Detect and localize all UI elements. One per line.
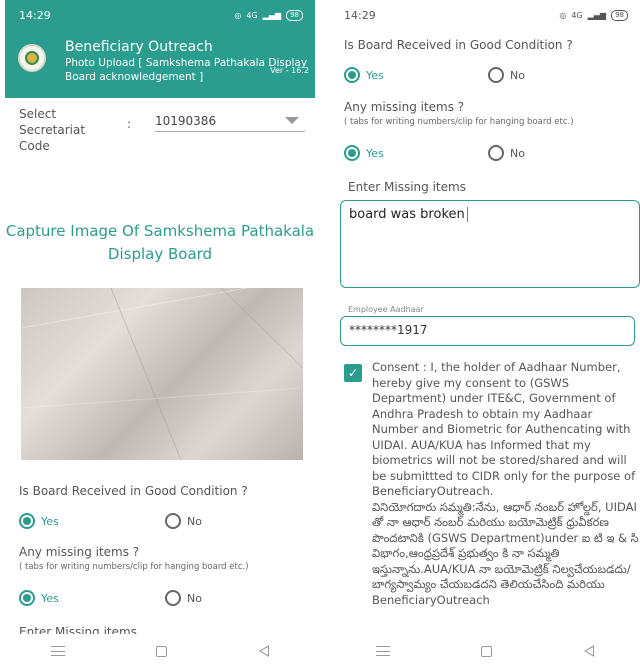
radio-checked-icon [19, 513, 35, 529]
chevron-down-icon [285, 117, 299, 124]
condition-yes-left[interactable]: Yes [19, 513, 59, 529]
status-bar: 14:29 ◎ 4G ▂▄▆ 98 [5, 0, 315, 30]
missing-yes-label: Yes [366, 146, 384, 160]
consent-checkbox[interactable]: ✓ [344, 364, 362, 382]
nav-bar [5, 634, 315, 668]
missing-no-label: No [187, 591, 202, 605]
back-icon[interactable] [259, 645, 270, 657]
radio-unchecked-icon [165, 590, 181, 606]
app-version: Ver - 16.2 [270, 66, 309, 75]
secretariat-code-value: 10190386 [155, 113, 217, 128]
status-time: 14:29 [19, 8, 51, 22]
missing-no-left[interactable]: No [165, 590, 202, 606]
consent-text: Consent : I, the holder of Aadhaar Numbe… [372, 360, 640, 608]
missing-yes[interactable]: Yes [344, 145, 384, 161]
condition-yes-label: Yes [41, 514, 59, 528]
network-type: 4G [246, 10, 258, 20]
status-time: 14:29 [344, 8, 376, 22]
condition-question-left: Is Board Received in Good Condition ? [19, 484, 248, 498]
missing-no[interactable]: No [488, 145, 525, 161]
missing-yes-label: Yes [41, 591, 59, 605]
check-icon: ✓ [347, 366, 359, 380]
missing-items-value: board was broken [349, 207, 465, 222]
screen-gap [315, 0, 330, 668]
signal-icon: ▂▄▆ [587, 10, 607, 20]
menu-icon[interactable] [50, 646, 65, 656]
aadhaar-value: ********1917 [349, 323, 428, 337]
radio-checked-icon [344, 67, 360, 83]
missing-yes-left[interactable]: Yes [19, 590, 59, 606]
nav-bar [330, 634, 640, 668]
home-icon[interactable] [481, 645, 493, 657]
photo-texture [21, 288, 303, 460]
consent-telugu: వినియోగదారు సమ్మతి:నేను, ఆధార్ నంబర్ హోల… [372, 499, 639, 607]
missing-hint-left: ( tabs for writing numbers/clip for hang… [19, 562, 249, 572]
secretariat-code-select[interactable]: 10190386 [155, 110, 305, 132]
battery-icon: 98 [611, 9, 628, 21]
missing-question: Any missing items ? [344, 100, 465, 114]
app-logo-icon [18, 44, 46, 72]
status-bar: 14:29 ◎ 4G ▂▄▆ 98 [330, 0, 640, 30]
text-cursor [466, 207, 468, 222]
condition-no[interactable]: No [488, 67, 525, 83]
capture-title: Capture Image Of Samkshema Pathakala Dis… [5, 222, 315, 263]
secretariat-label: Select Secretariat Code [19, 107, 86, 153]
aadhaar-label: Employee Aadhaar [348, 305, 424, 314]
back-icon[interactable] [584, 645, 595, 657]
app-header: Beneficiary Outreach Photo Upload [ Samk… [5, 30, 315, 98]
secretariat-colon: : [127, 117, 132, 131]
radio-checked-icon [19, 590, 35, 606]
status-icons: ◎ 4G ▂▄▆ 98 [559, 9, 628, 21]
home-icon[interactable] [156, 645, 168, 657]
location-icon: ◎ [559, 10, 567, 20]
board-photo[interactable] [21, 288, 303, 460]
menu-icon[interactable] [375, 646, 390, 656]
enter-missing-label: Enter Missing items [348, 180, 466, 194]
condition-no-label: No [510, 68, 525, 82]
radio-unchecked-icon [165, 513, 181, 529]
status-icons: ◎ 4G ▂▄▆ 98 [234, 9, 303, 21]
condition-yes[interactable]: Yes [344, 67, 384, 83]
consent-english: Consent : I, the holder of Aadhaar Numbe… [372, 360, 636, 498]
aadhaar-field[interactable]: ********1917 [340, 316, 635, 346]
missing-question-left: Any missing items ? [19, 545, 140, 559]
radio-unchecked-icon [488, 67, 504, 83]
right-screen: 14:29 ◎ 4G ▂▄▆ 98 Is Board Received in G… [330, 0, 640, 668]
app-title: Beneficiary Outreach [65, 39, 213, 55]
battery-icon: 98 [286, 9, 303, 21]
signal-icon: ▂▄▆ [262, 10, 282, 20]
condition-no-left[interactable]: No [165, 513, 202, 529]
missing-no-label: No [510, 146, 525, 160]
missing-hint: ( tabs for writing numbers/clip for hang… [344, 117, 574, 127]
left-screen: 14:29 ◎ 4G ▂▄▆ 98 Beneficiary Outreach P… [5, 0, 315, 668]
secretariat-row: Select Secretariat Code : 10190386 [5, 98, 315, 158]
network-type: 4G [571, 10, 583, 20]
condition-question: Is Board Received in Good Condition ? [344, 38, 573, 52]
condition-no-label: No [187, 514, 202, 528]
radio-unchecked-icon [488, 145, 504, 161]
missing-items-textarea[interactable]: board was broken [340, 200, 640, 288]
radio-checked-icon [344, 145, 360, 161]
condition-yes-label: Yes [366, 68, 384, 82]
location-icon: ◎ [234, 10, 242, 20]
